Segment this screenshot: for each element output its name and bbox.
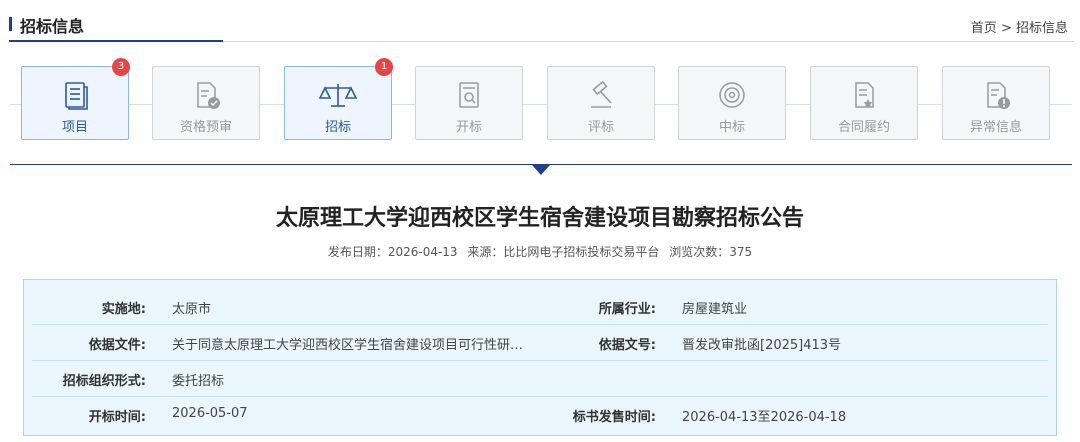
location-value: 太原市 — [172, 302, 212, 317]
header-divider — [223, 41, 1074, 42]
basis-number-label: 依据文号: — [598, 338, 656, 353]
org-form-value: 委托招标 — [172, 374, 225, 389]
breadcrumb-separator: > — [1000, 21, 1012, 36]
step-label: 招标 — [324, 120, 351, 135]
title-underline — [9, 40, 223, 42]
announcement-title: 太原理工大学迎西校区学生宿舍建设项目勘察招标公告 — [275, 206, 804, 231]
step-award[interactable]: 中标 — [678, 66, 786, 140]
info-row: 招标组织形式: 委托招标 — [32, 360, 1048, 397]
document-list-icon — [65, 82, 88, 110]
info-row: 实施地: 太原市 所属行业: 房屋建筑业 — [32, 288, 1048, 325]
caret-down-icon — [532, 165, 550, 175]
basis-number-value: 晋发改审批函[2025]413号 — [682, 338, 842, 353]
step-label: 开标 — [455, 120, 482, 135]
step-badge: 3 — [112, 58, 130, 76]
industry-value: 房屋建筑业 — [682, 302, 748, 317]
basis-file-value[interactable]: 关于同意太原理工大学迎西校区学生宿舍建设项目可行性研… — [172, 334, 523, 353]
sale-time-value: 2026-04-13至2026-04-18 — [682, 410, 847, 425]
gavel-icon — [591, 81, 612, 108]
info-row: 依据文件: 关于同意太原理工大学迎西校区学生宿舍建设项目可行性研… 依据文号: … — [32, 324, 1048, 361]
industry-label: 所属行业: — [598, 302, 656, 317]
breadcrumb: 首页 > 招标信息 — [971, 17, 1068, 36]
step-tender[interactable]: 1 招标 — [284, 58, 393, 140]
document-alert-icon — [987, 82, 1010, 109]
document-search-icon — [459, 82, 479, 108]
target-icon — [719, 82, 745, 108]
info-row: 开标时间: 2026-05-07 标书发售时间: 2026-04-13至2026… — [32, 396, 1048, 432]
step-exception[interactable]: 异常信息 — [942, 66, 1050, 140]
basis-file-label: 依据文件: — [88, 338, 146, 353]
step-project[interactable]: 3 项目 — [21, 58, 130, 140]
tender-info-panel: 实施地: 太原市 所属行业: 房屋建筑业 依据文件: 关于同意太原理工大学迎西校… — [23, 279, 1057, 436]
section-title: 招标信息 — [20, 17, 85, 36]
step-badge: 1 — [375, 58, 393, 76]
document-check-icon — [197, 82, 220, 109]
view-count: 浏览次数：375 — [669, 245, 753, 259]
step-label: 资格预审 — [179, 120, 232, 135]
scale-icon — [318, 84, 358, 107]
sale-time-label: 标书发售时间: — [572, 410, 656, 425]
announcement-meta: 发布日期：2026-04-13 来源：比比网电子招标投标交易平台 浏览次数：37… — [0, 243, 1080, 260]
step-label: 评标 — [587, 120, 614, 135]
breadcrumb-home[interactable]: 首页 — [971, 21, 997, 36]
breadcrumb-current[interactable]: 招标信息 — [1016, 21, 1068, 36]
step-label: 项目 — [61, 120, 88, 135]
step-bid-opening[interactable]: 开标 — [415, 66, 523, 140]
publish-date: 发布日期：2026-04-13 — [327, 245, 458, 259]
title-accent-bar — [9, 17, 12, 31]
source: 来源：比比网电子招标投标交易平台 — [467, 245, 660, 259]
open-time-label: 开标时间: — [88, 410, 146, 425]
step-label: 合同履约 — [837, 120, 890, 135]
step-prequalification[interactable]: 资格预审 — [152, 66, 260, 140]
step-evaluation[interactable]: 评标 — [547, 66, 655, 140]
section-header: 招标信息 首页 > 招标信息 — [0, 0, 1080, 42]
location-label: 实施地: — [101, 302, 146, 317]
open-time-value: 2026-05-07 — [172, 406, 248, 421]
org-form-label: 招标组织形式: — [62, 374, 146, 389]
step-label: 中标 — [718, 120, 745, 135]
contract-icon — [855, 82, 874, 108]
step-contract[interactable]: 合同履约 — [810, 66, 918, 140]
step-label: 异常信息 — [969, 120, 1022, 135]
